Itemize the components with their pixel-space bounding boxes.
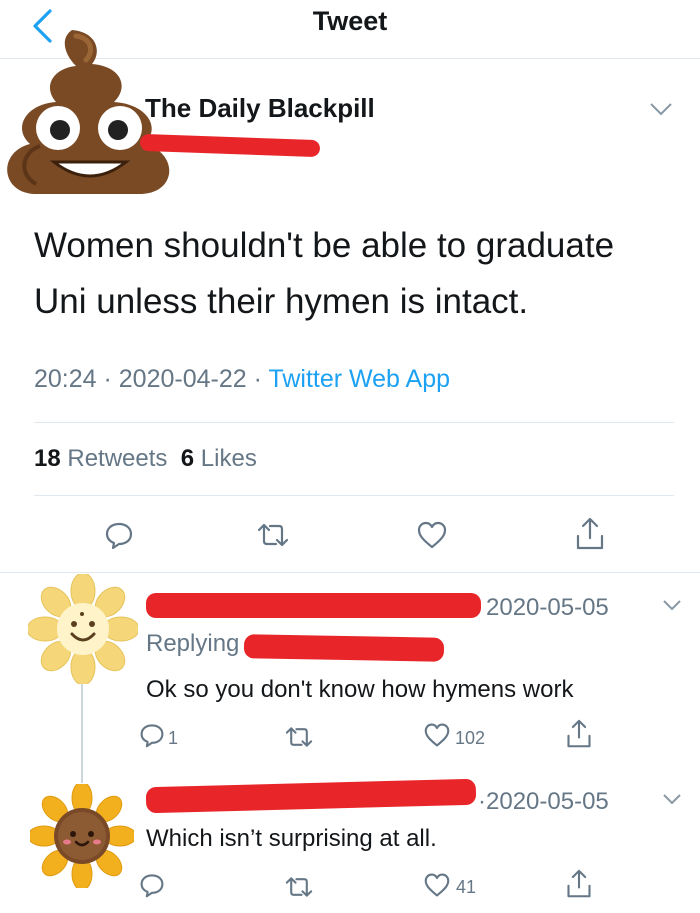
reply-count: 1 [168, 728, 179, 748]
retweet-icon[interactable] [256, 520, 290, 550]
likes-label[interactable]: Likes [201, 445, 257, 472]
reply-text: Which isn’t surprising at all. [146, 825, 437, 852]
divider [34, 495, 674, 496]
redaction-bar [243, 634, 445, 662]
chevron-down-icon[interactable] [662, 792, 682, 806]
thread-line [81, 668, 83, 783]
replying-to-label: Replying [146, 630, 240, 657]
reply-date: 2020-05-05 [486, 594, 609, 621]
tweet-meta: 20:24 · 2020-04-22 · Twitter Web App [34, 365, 451, 393]
reply-icon[interactable] [139, 872, 165, 898]
reply-date-row: ·2020-05-05 [478, 788, 609, 815]
tweet-text: Women shouldn't be able to graduate Uni … [34, 226, 615, 321]
share-icon[interactable] [565, 868, 593, 900]
tweet-source-link[interactable]: Twitter Web App [268, 365, 450, 393]
retweets-count[interactable]: 18 [34, 445, 61, 472]
retweet-icon[interactable] [284, 874, 314, 900]
reply-icon[interactable] [104, 520, 134, 550]
divider [0, 572, 700, 573]
like-icon[interactable] [423, 872, 451, 898]
retweet-icon[interactable] [284, 724, 314, 750]
redaction-bar [146, 593, 481, 618]
tweet-time: 20:24 [34, 365, 97, 393]
like-count: 102 [455, 728, 486, 748]
author-name[interactable]: The Daily Blackpill [145, 93, 375, 124]
likes-count[interactable]: 6 [181, 445, 194, 472]
retweets-label[interactable]: Retweets [67, 445, 167, 472]
chevron-down-icon[interactable] [662, 598, 682, 612]
reply-date: 2020-05-05 [486, 788, 609, 815]
tweet-stats: 18 Retweets 6 Likes [34, 445, 257, 473]
like-icon[interactable] [423, 722, 451, 748]
redaction-bar [145, 778, 477, 814]
tweet-date: 2020-04-22 [118, 365, 247, 393]
reply-text: Ok so you don't know how hymens work [146, 676, 574, 703]
chevron-down-icon[interactable] [648, 100, 674, 118]
flower-avatar[interactable] [28, 574, 138, 684]
sunflower-avatar[interactable] [30, 784, 134, 888]
like-icon[interactable] [416, 520, 448, 550]
reply-icon[interactable] [139, 722, 165, 748]
share-icon[interactable] [565, 718, 593, 750]
divider [34, 422, 674, 423]
share-icon[interactable] [574, 516, 606, 552]
like-count: 41 [456, 877, 477, 897]
